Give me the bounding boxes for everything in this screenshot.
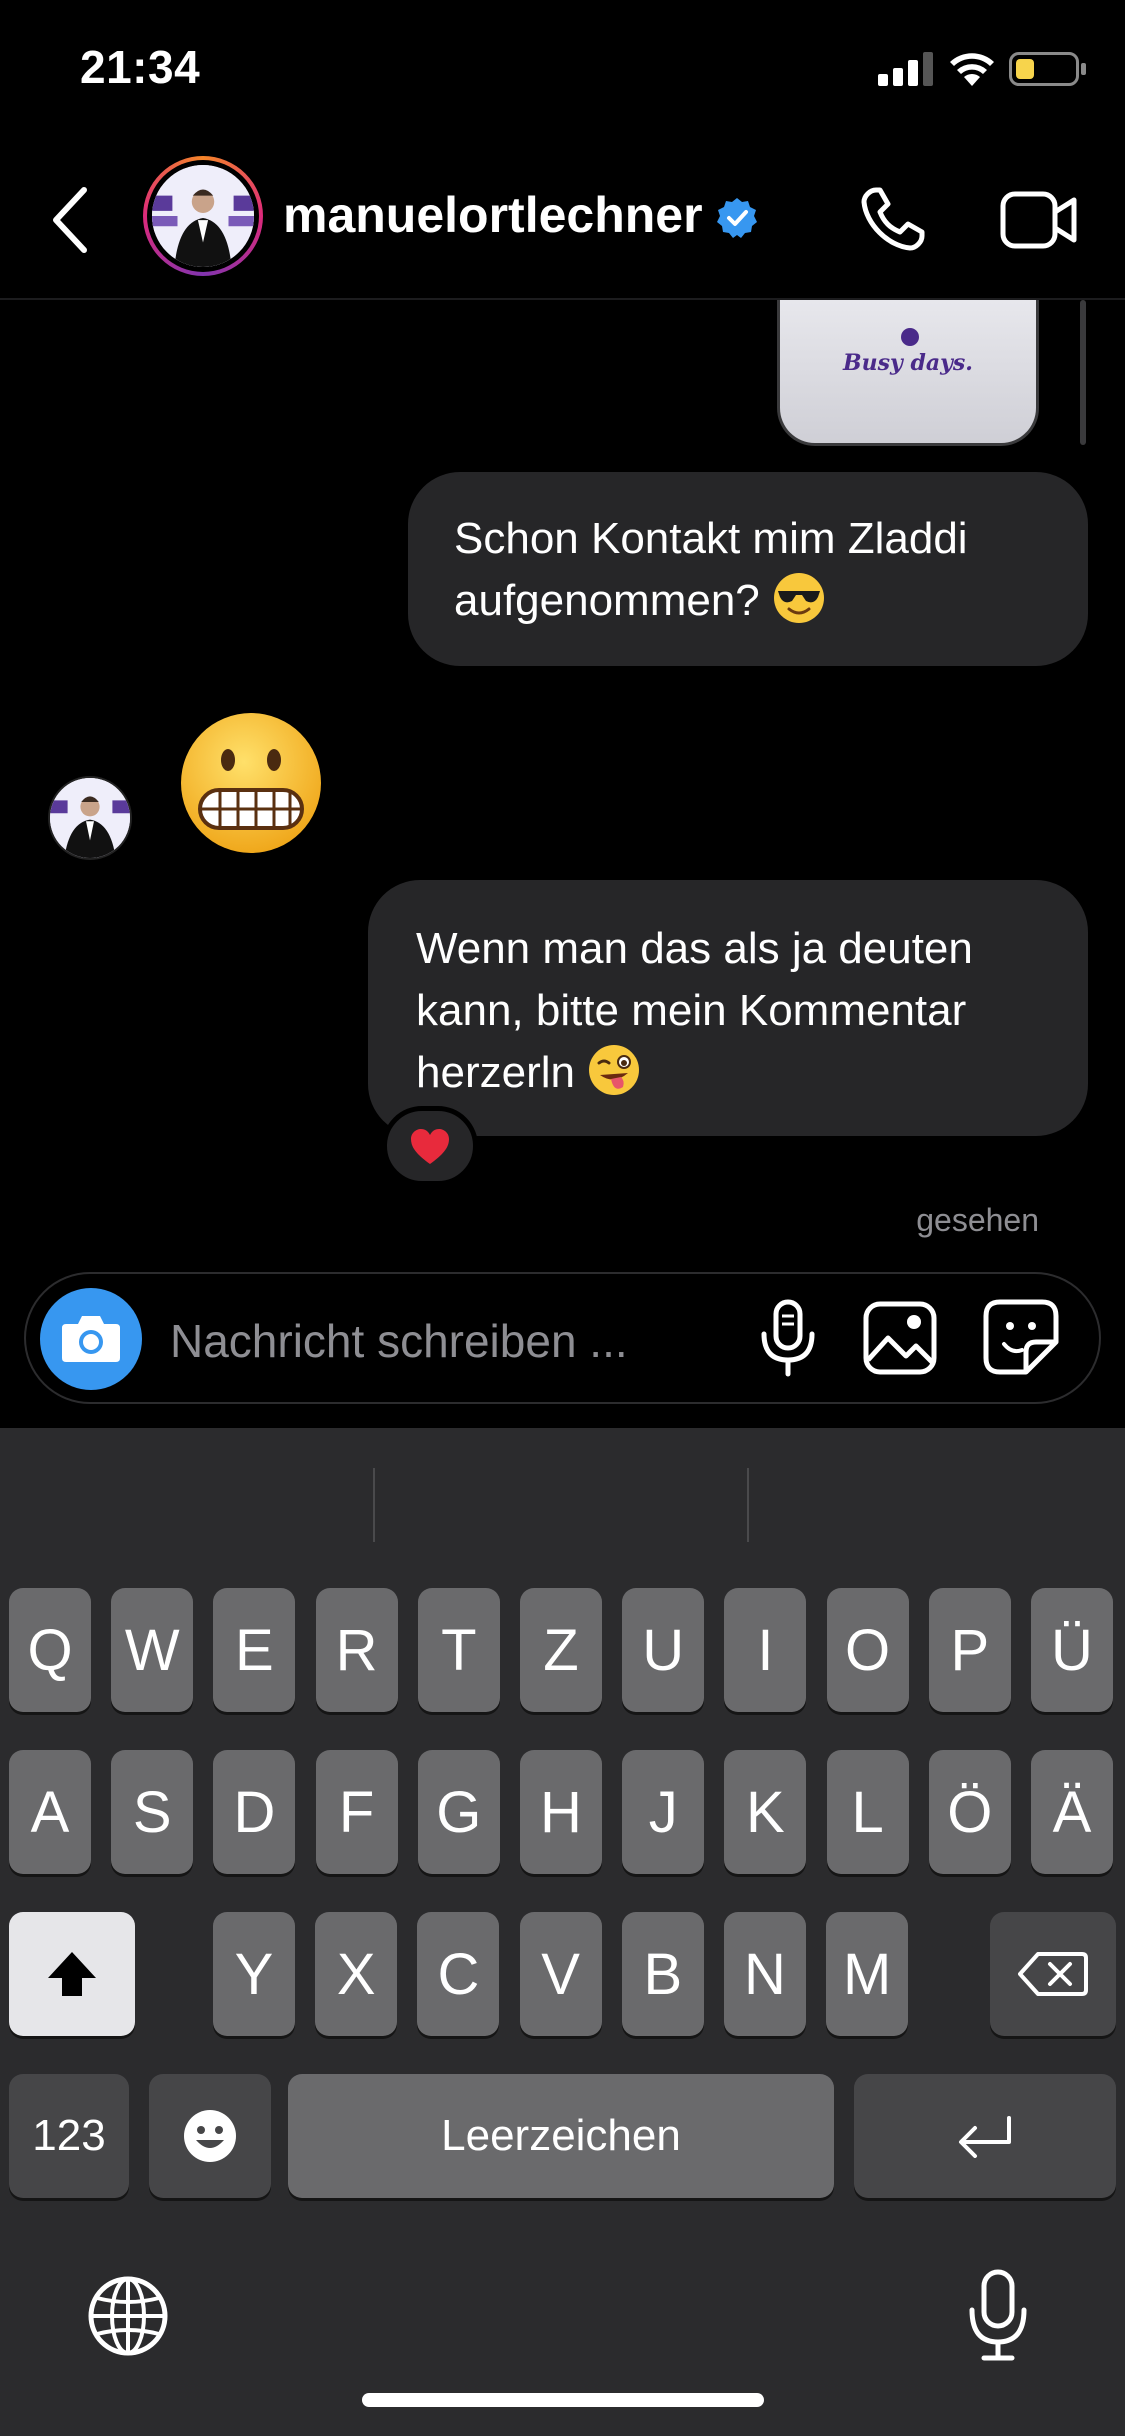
status-bar: 21:34 [0,0,1125,140]
key-m[interactable]: M [826,1912,909,2036]
camera-icon [62,1316,120,1362]
key-f[interactable]: F [315,1750,398,1874]
message-text: Wenn man das als ja deuten kann, bitte m… [416,924,973,1097]
key-g[interactable]: G [417,1750,500,1874]
key-c[interactable]: C [417,1912,500,2036]
delete-icon [1018,1952,1088,1996]
wifi-icon [950,53,994,86]
chat-username[interactable]: manuelortlechner [283,186,703,244]
key-r[interactable]: R [315,1588,398,1712]
key-b[interactable]: B [621,1912,704,2036]
keyboard-microphone-icon[interactable] [966,2268,1030,2364]
seen-status: gesehen [916,1202,1039,1238]
status-time: 21:34 [80,41,201,93]
message-input[interactable]: Nachricht schreiben ... [170,1314,628,1368]
key-q[interactable]: Q [9,1588,91,1712]
message-composer: Nachricht schreiben ... [24,1272,1101,1404]
key-k[interactable]: K [724,1750,807,1874]
video-icon[interactable] [1000,188,1078,252]
space-key[interactable]: Leerzeichen [288,2074,834,2198]
shift-key[interactable] [9,1912,135,2036]
suggestion-divider [747,1468,749,1542]
heart-reaction[interactable] [382,1106,478,1186]
key-e[interactable]: E [213,1588,296,1712]
sunglasses-emoji-icon [774,573,824,623]
key-t[interactable]: T [417,1588,500,1712]
numbers-key[interactable]: 123 [9,2074,129,2198]
key-h[interactable]: H [520,1750,602,1874]
camera-button[interactable] [40,1288,142,1390]
key-a[interactable]: A [9,1750,91,1874]
message-text: Schon Kontakt mim Zladdi aufgenommen? [454,514,968,625]
key-l[interactable]: L [826,1750,909,1874]
delete-key[interactable] [990,1912,1116,2036]
microphone-icon[interactable] [756,1298,820,1378]
return-icon [959,2116,1011,2158]
key-v[interactable]: V [519,1912,602,2036]
outgoing-message[interactable]: Schon Kontakt mim Zladdi aufgenommen? [408,472,1088,666]
key-ö[interactable]: Ö [928,1750,1011,1874]
heart-icon [411,1129,449,1164]
suggestion-divider [373,1468,375,1542]
key-ä[interactable]: Ä [1031,1750,1113,1874]
profile-avatar[interactable] [143,156,263,276]
phone-icon[interactable] [856,184,928,256]
back-icon[interactable] [48,184,92,256]
sticker-icon[interactable] [982,1298,1060,1376]
return-key[interactable] [854,2074,1116,2198]
scrollbar[interactable] [1080,300,1086,445]
outgoing-message[interactable]: Wenn man das als ja deuten kann, bitte m… [368,880,1088,1136]
shift-icon [48,1952,96,1996]
signal-icon [878,50,934,86]
key-x[interactable]: X [315,1912,398,2036]
gallery-icon[interactable] [862,1300,938,1376]
sticker-logo-icon [901,328,919,346]
battery-icon [1009,52,1086,86]
key-w[interactable]: W [111,1588,194,1712]
shared-image-message[interactable]: Busy days. [777,300,1039,446]
grimacing-emoji-icon[interactable] [178,710,324,856]
home-indicator[interactable] [362,2393,764,2407]
key-z[interactable]: Z [520,1588,602,1712]
key-o[interactable]: O [826,1588,909,1712]
emoji-key[interactable] [149,2074,271,2198]
verified-icon [717,198,757,238]
emoji-icon [184,2110,236,2162]
key-i[interactable]: I [724,1588,807,1712]
key-p[interactable]: P [928,1588,1011,1712]
sticker-text: Busy days. [843,350,973,376]
key-u[interactable]: U [622,1588,705,1712]
winking-tongue-emoji-icon [589,1045,640,1095]
key-ü[interactable]: Ü [1031,1588,1113,1712]
key-d[interactable]: D [213,1750,296,1874]
chat-header: manuelortlechner [0,140,1125,300]
key-n[interactable]: N [724,1912,806,2036]
key-y[interactable]: Y [213,1912,295,2036]
globe-icon[interactable] [86,2274,170,2358]
sender-avatar[interactable] [48,776,132,860]
key-j[interactable]: J [622,1750,705,1874]
key-s[interactable]: S [111,1750,194,1874]
message-list[interactable]: Busy days. Schon Kontakt mim Zladdi aufg… [0,300,1125,1270]
